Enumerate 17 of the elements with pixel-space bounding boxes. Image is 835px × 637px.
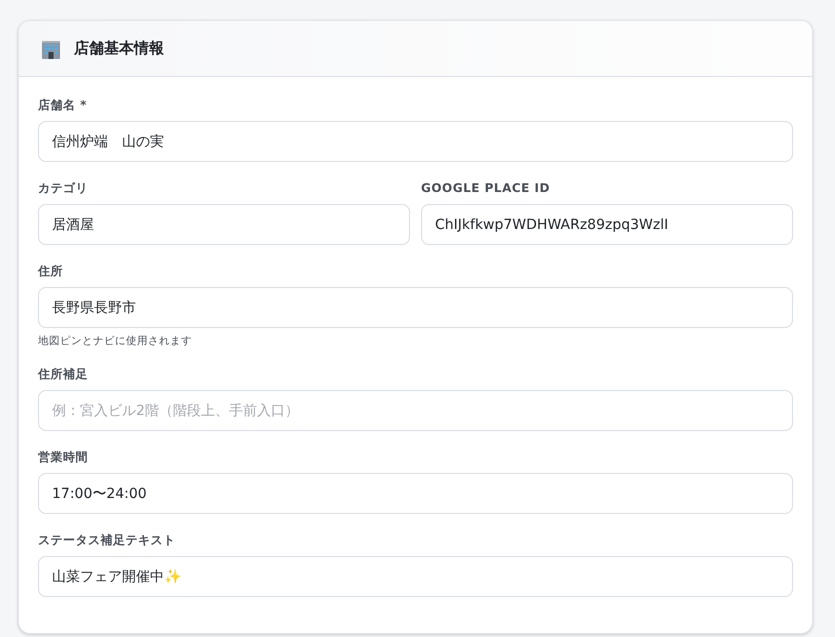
input-field[interactable]: ChIJkfkwp7WDHWARz89zpq3WzlI bbox=[421, 204, 793, 245]
input-field[interactable]: 山菜フェア開催中✨ bbox=[38, 556, 793, 597]
input-field[interactable]: 居酒屋 bbox=[38, 204, 410, 245]
card-title: 店舗基本情報 bbox=[74, 39, 164, 58]
field-label: 住所補足 bbox=[38, 366, 88, 382]
input-field[interactable]: 信州炉端 山の実 bbox=[38, 121, 793, 162]
field-label: 店舗名 * bbox=[38, 97, 87, 113]
field-label: カテゴリ bbox=[38, 180, 88, 196]
input-field[interactable]: 例：宮入ビル2階（階段上、手前入口） bbox=[38, 390, 793, 431]
input-field[interactable]: 17:00〜24:00 bbox=[38, 473, 793, 514]
field-label: GOOGLE PLACE ID bbox=[421, 180, 550, 196]
building-icon bbox=[41, 38, 61, 58]
field-label: ステータス補足テキスト bbox=[38, 532, 176, 548]
field-label: 住所 bbox=[38, 263, 63, 279]
input-field[interactable]: 長野県長野市 bbox=[38, 287, 793, 328]
field-label: 営業時間 bbox=[38, 449, 88, 465]
helper-text: 地図ピンとナビに使用されます bbox=[38, 334, 192, 348]
